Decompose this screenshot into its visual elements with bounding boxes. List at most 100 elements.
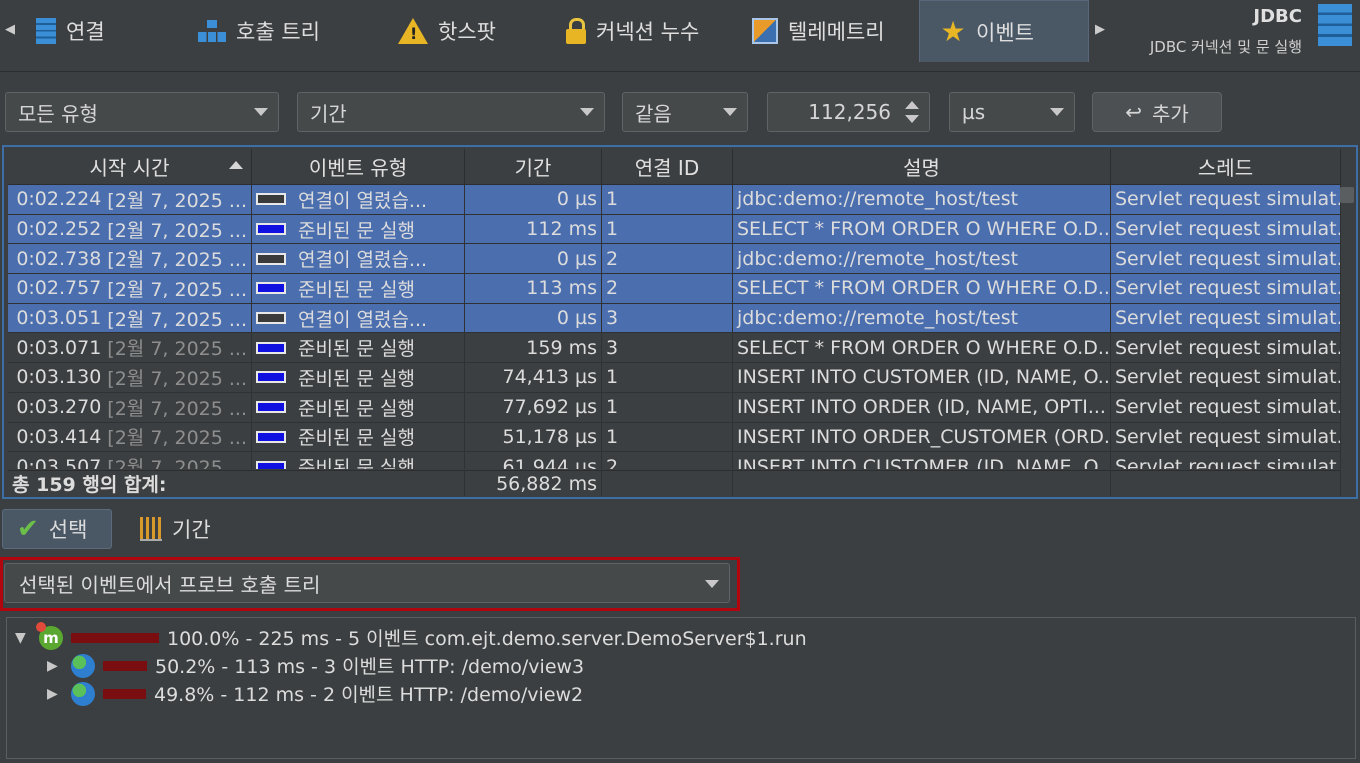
start-time-cell: 0:02.757 [2월 7, 2025 ... xyxy=(8,274,252,303)
duration-cell: 159 ms xyxy=(465,333,602,363)
tab-scroll-right-icon[interactable]: ▶ xyxy=(1095,22,1105,37)
filter-field-select[interactable]: 기간 xyxy=(297,92,605,132)
expanded-triangle-icon[interactable]: ▼ xyxy=(15,630,31,646)
table-row[interactable]: 0:02.738 [2월 7, 2025 ... 연결이 열렸습... 0 µs 2 jd… xyxy=(8,244,1341,275)
vertical-scrollbar[interactable] xyxy=(1340,187,1354,203)
tree-node-child[interactable]: ▶ 49.8% - 112 ms - 2 이벤트 HTTP: /demo/vie… xyxy=(47,680,583,707)
filter-operator-select[interactable]: 같음 xyxy=(622,92,748,132)
select-mode-button[interactable]: ✔ 선택 xyxy=(2,509,112,549)
tab-connection-leaks[interactable]: 커넥션 누수 xyxy=(566,0,699,62)
spin-up-icon[interactable] xyxy=(905,101,919,109)
duration-mode-button[interactable]: 기간 xyxy=(126,509,225,549)
thread-cell: Servlet request simulat... xyxy=(1111,392,1341,422)
event-color-swatch xyxy=(256,252,286,265)
thread-cell: Servlet request simulat... xyxy=(1111,274,1341,303)
start-date: [2월 7, 2025 ... xyxy=(107,189,247,212)
start-time: 0:02.224 xyxy=(16,188,102,211)
column-header-connection-id[interactable]: 연결 ID xyxy=(602,149,733,185)
filter-value: 112,256 xyxy=(808,100,891,124)
duration-cell: 0 µs xyxy=(465,244,602,274)
lock-icon xyxy=(566,18,586,44)
add-filter-label: 추가 xyxy=(1151,101,1189,126)
column-label: 이벤트 유형 xyxy=(308,156,408,180)
event-type-filter[interactable]: 모든 유형 xyxy=(5,92,279,132)
event-type: 준비된 문 실행 xyxy=(298,427,415,450)
event-type-cell: 준비된 문 실행 xyxy=(252,214,465,244)
table-row[interactable]: 0:03.270 [2월 7, 2025 ... 준비된 문 실행 77,692 µs… xyxy=(8,392,1341,423)
collapsed-triangle-icon[interactable]: ▶ xyxy=(47,658,63,674)
tree-node-label: 50.2% - 113 ms - 3 이벤트 HTTP: /demo/view3 xyxy=(155,656,585,678)
sort-ascending-icon xyxy=(229,161,243,169)
start-time-cell: 0:03.507 [2월 7, 2025 ... xyxy=(8,452,252,469)
column-header-thread[interactable]: 스레드 xyxy=(1111,149,1341,185)
description-cell: SELECT * FROM ORDER O WHERE O.D... xyxy=(733,333,1111,363)
tree-node-child[interactable]: ▶ 50.2% - 113 ms - 3 이벤트 HTTP: /demo/vie… xyxy=(47,652,584,679)
telemetry-icon xyxy=(752,18,778,44)
duration-cell: 77,692 µs xyxy=(465,392,602,422)
connection-id-cell: 1 xyxy=(602,185,733,214)
tab-hotspots[interactable]: 핫스팟 xyxy=(398,0,496,62)
chevron-down-icon xyxy=(705,580,719,588)
table-row[interactable]: 0:03.051 [2월 7, 2025 ... 연결이 열렸습... 0 µs 3 jd… xyxy=(8,303,1341,334)
percentage-bar xyxy=(103,660,147,671)
event-color-swatch xyxy=(256,282,286,295)
event-color-swatch xyxy=(256,312,286,325)
tab-label: 호출 트리 xyxy=(236,20,320,44)
undo-arrow-icon: ↩ xyxy=(1125,100,1142,124)
star-icon: ★ xyxy=(940,14,966,48)
table-row[interactable]: 0:02.757 [2월 7, 2025 ... 준비된 문 실행 113 ms 2 SE… xyxy=(8,274,1341,304)
column-header-duration[interactable]: 기간 xyxy=(465,149,602,185)
event-type: 준비된 문 실행 xyxy=(298,397,415,420)
view-tab-bar: ◀ 연결 호출 트리 핫스팟 커넥션 누수 텔레메트리 ★ 이벤트 ▶ JDBC… xyxy=(0,0,1360,72)
event-type-cell: 준비된 문 실행 xyxy=(252,274,465,303)
connection-id-cell: 1 xyxy=(602,422,733,452)
table-row[interactable]: 0:02.224 [2월 7, 2025 ... 연결이 열렸습... 0 µs 1 jd… xyxy=(8,185,1341,215)
column-label: 연결 ID xyxy=(634,156,700,180)
column-header-start-time[interactable]: 시작 시간 xyxy=(8,149,252,185)
column-label: 스레드 xyxy=(1197,156,1254,180)
table-row[interactable]: 0:03.414 [2월 7, 2025 ... 준비된 문 실행 51,178 µs… xyxy=(8,422,1341,453)
start-time-cell: 0:02.738 [2월 7, 2025 ... xyxy=(8,244,252,274)
tab-call-tree[interactable]: 호출 트리 xyxy=(198,0,320,62)
event-color-swatch xyxy=(256,223,286,236)
checkmark-icon: ✔ xyxy=(17,514,39,544)
tab-telemetry[interactable]: 텔레메트리 xyxy=(752,0,885,62)
description-cell: jdbc:demo://remote_host/test xyxy=(733,303,1111,333)
call-tree-source-select[interactable]: 선택된 이벤트에서 프로브 호출 트리 xyxy=(4,563,730,603)
table-body: 0:02.224 [2월 7, 2025 ... 연결이 열렸습... 0 µs 1 jd… xyxy=(8,185,1341,469)
filter-operator-value: 같음 xyxy=(635,101,672,126)
filter-unit-select[interactable]: µs xyxy=(949,92,1075,132)
event-type: 준비된 문 실행 xyxy=(298,338,415,361)
spin-down-icon[interactable] xyxy=(905,115,919,123)
tab-label: 이벤트 xyxy=(976,20,1034,45)
filter-value-spinner[interactable]: 112,256 xyxy=(767,92,930,132)
start-time: 0:02.757 xyxy=(16,277,102,300)
column-label: 설명 xyxy=(903,156,940,180)
start-time-cell: 0:03.130 [2월 7, 2025 ... xyxy=(8,363,252,392)
table-row[interactable]: 0:03.507 [2월 7, 2025 ... 준비된 문 실행 61,944 µs… xyxy=(8,452,1341,469)
column-header-description[interactable]: 설명 xyxy=(733,149,1111,185)
collapsed-triangle-icon[interactable]: ▶ xyxy=(47,686,63,702)
duration-cell: 61,944 µs xyxy=(465,452,602,469)
column-header-event-type[interactable]: 이벤트 유형 xyxy=(252,149,465,185)
table-row[interactable]: 0:03.071 [2월 7, 2025 ... 준비된 문 실행 159 ms 3 SE… xyxy=(8,333,1341,364)
event-type: 연결이 열렸습... xyxy=(298,189,428,212)
tab-events[interactable]: ★ 이벤트 xyxy=(919,0,1089,62)
tab-scroll-left-icon[interactable]: ◀ xyxy=(5,22,15,37)
tab-connections[interactable]: 연결 xyxy=(36,0,105,62)
start-time-cell: 0:03.270 [2월 7, 2025 ... xyxy=(8,392,252,422)
tree-node-root[interactable]: ▼ m 100.0% - 225 ms - 5 이벤트 com.ejt.demo… xyxy=(15,621,807,651)
connection-id-cell: 2 xyxy=(602,452,733,469)
event-type-value: 모든 유형 xyxy=(18,101,98,126)
warning-icon xyxy=(398,18,428,44)
description-cell: INSERT INTO CUSTOMER (ID, NAME, O... xyxy=(733,452,1111,469)
start-time-cell: 0:03.051 [2월 7, 2025 ... xyxy=(8,303,252,333)
table-row[interactable]: 0:03.130 [2월 7, 2025 ... 준비된 문 실행 74,413 µs… xyxy=(8,363,1341,393)
description-cell: SELECT * FROM ORDER O WHERE O.D... xyxy=(733,214,1111,244)
footer-cell xyxy=(733,471,1111,496)
table-row[interactable]: 0:02.252 [2월 7, 2025 ... 준비된 문 실행 112 ms 1 SE… xyxy=(8,214,1341,245)
thread-cell: Servlet request simulat... xyxy=(1111,363,1341,392)
start-date: [2월 7, 2025 ... xyxy=(107,338,247,361)
description-cell: jdbc:demo://remote_host/test xyxy=(733,244,1111,274)
add-filter-button[interactable]: ↩ 추가 xyxy=(1092,92,1222,132)
